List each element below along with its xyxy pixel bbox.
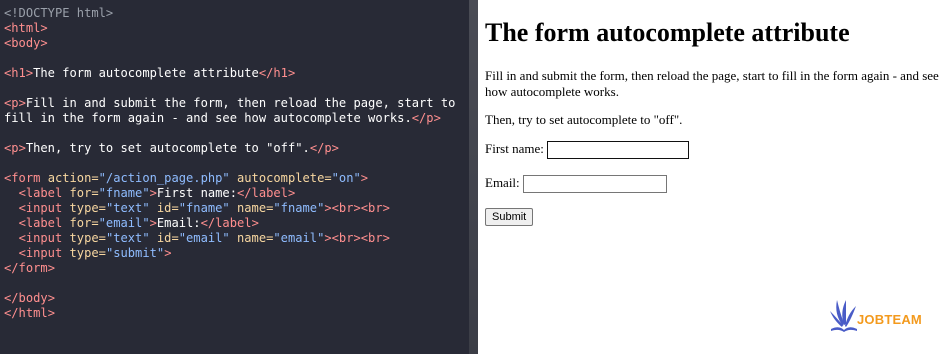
hint-paragraph: Then, try to set autocomplete to "off". [485,112,683,127]
book-leaves-icon [830,300,857,332]
panel-divider[interactable] [469,0,478,354]
instructions-paragraph: Fill in and submit the form, then reload… [485,68,939,99]
divider-grip[interactable] [469,0,478,354]
jobteam-logo: JOBTEAM [829,296,929,336]
email-row: Email: [485,175,667,194]
email-input[interactable] [522,175,667,194]
first-name-row: First name: [485,141,690,160]
first-name-input[interactable] [547,141,690,160]
email-label: Email: [485,175,520,190]
logo-text: JOBTEAM [857,312,922,327]
code-editor[interactable]: <!DOCTYPE html> <html> <body> <h1>The fo… [0,0,469,354]
page-heading: The form autocomplete attribute [485,18,850,47]
submit-button[interactable]: Submit [485,208,534,226]
code-text[interactable]: <!DOCTYPE html> <html> <body> <h1>The fo… [0,0,469,321]
first-name-label: First name: [485,141,544,156]
